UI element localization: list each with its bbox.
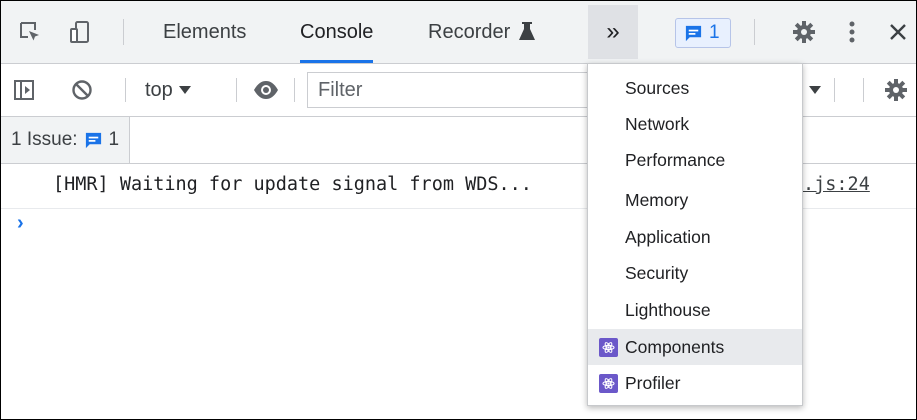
tab-console[interactable]: Console [300, 1, 374, 63]
react-icon [599, 373, 618, 393]
message-icon [685, 25, 702, 41]
kebab-menu-icon[interactable] [839, 19, 865, 45]
divider [236, 78, 237, 102]
issues-link-button[interactable]: 1 Issue: 1 [1, 117, 131, 163]
menu-item-label: Network [625, 113, 690, 134]
tab-elements[interactable]: Elements [163, 1, 246, 63]
context-value: top [145, 78, 173, 101]
menu-item-application[interactable]: Application [588, 219, 802, 255]
console-settings-gear-icon[interactable] [883, 77, 909, 103]
message-icon [85, 132, 101, 148]
levels-dropdown-arrow-icon[interactable] [809, 85, 821, 95]
issues-count: 1 [108, 129, 120, 150]
tab-recorder[interactable]: Recorder [428, 1, 535, 63]
menu-item-label: Application [625, 226, 711, 247]
menu-item-label: Sources [625, 77, 690, 98]
console-prompt-chevron[interactable]: › [17, 212, 24, 235]
menu-item-label: Security [625, 262, 689, 283]
divider [863, 78, 864, 102]
menu-item-components[interactable]: Components [588, 329, 802, 365]
menu-item-memory[interactable]: Memory [588, 182, 802, 218]
dropdown-arrow-icon [178, 86, 191, 94]
issues-counter-button[interactable]: 1 [675, 18, 731, 48]
menu-item-label: Components [625, 336, 725, 357]
more-tabs-button[interactable]: » [588, 5, 638, 59]
inspect-element-icon[interactable] [17, 19, 43, 45]
divider [125, 78, 126, 102]
devtools-window: Elements Console Recorder » 1 top Filter… [0, 0, 917, 420]
javascript-context-select[interactable]: top [145, 76, 191, 104]
menu-item-lighthouse[interactable]: Lighthouse [588, 292, 802, 328]
react-icon [599, 337, 618, 357]
issues-label: 1 Issue: [11, 129, 78, 150]
menu-item-label: Memory [625, 189, 689, 210]
console-message-source-link[interactable]: .js:24 [803, 174, 870, 195]
tab-label: Elements [163, 21, 247, 43]
show-sidebar-icon[interactable] [11, 77, 37, 103]
menu-item-sources[interactable]: Sources [588, 70, 802, 106]
tab-label: Console [300, 21, 374, 43]
settings-gear-icon[interactable] [791, 19, 817, 45]
divider [123, 19, 124, 45]
double-chevron-icon: » [606, 18, 620, 45]
live-expression-eye-icon[interactable] [253, 77, 279, 103]
device-toolbar-icon[interactable] [67, 19, 93, 45]
issues-count: 1 [709, 22, 720, 43]
tab-bar: Elements Console Recorder » 1 [1, 1, 916, 64]
close-icon[interactable] [885, 19, 911, 45]
menu-item-label: Lighthouse [625, 299, 711, 320]
menu-item-profiler[interactable]: Profiler [588, 365, 802, 401]
divider [294, 78, 295, 102]
flask-icon [519, 22, 535, 40]
divider [834, 78, 835, 102]
divider [754, 19, 755, 45]
tab-label: Recorder [428, 21, 511, 43]
menu-item-network[interactable]: Network [588, 106, 802, 142]
clear-console-icon[interactable] [69, 77, 95, 103]
active-tab-indicator [300, 60, 374, 63]
menu-item-security[interactable]: Security [588, 255, 802, 291]
menu-item-label: Performance [625, 149, 726, 170]
console-message-text: [HMR] Waiting for update signal from WDS… [53, 174, 532, 195]
menu-item-label: Profiler [625, 372, 681, 393]
menu-item-performance[interactable]: Performance [588, 142, 802, 178]
more-tabs-menu: Sources Network Performance Memory Appli… [587, 63, 803, 406]
